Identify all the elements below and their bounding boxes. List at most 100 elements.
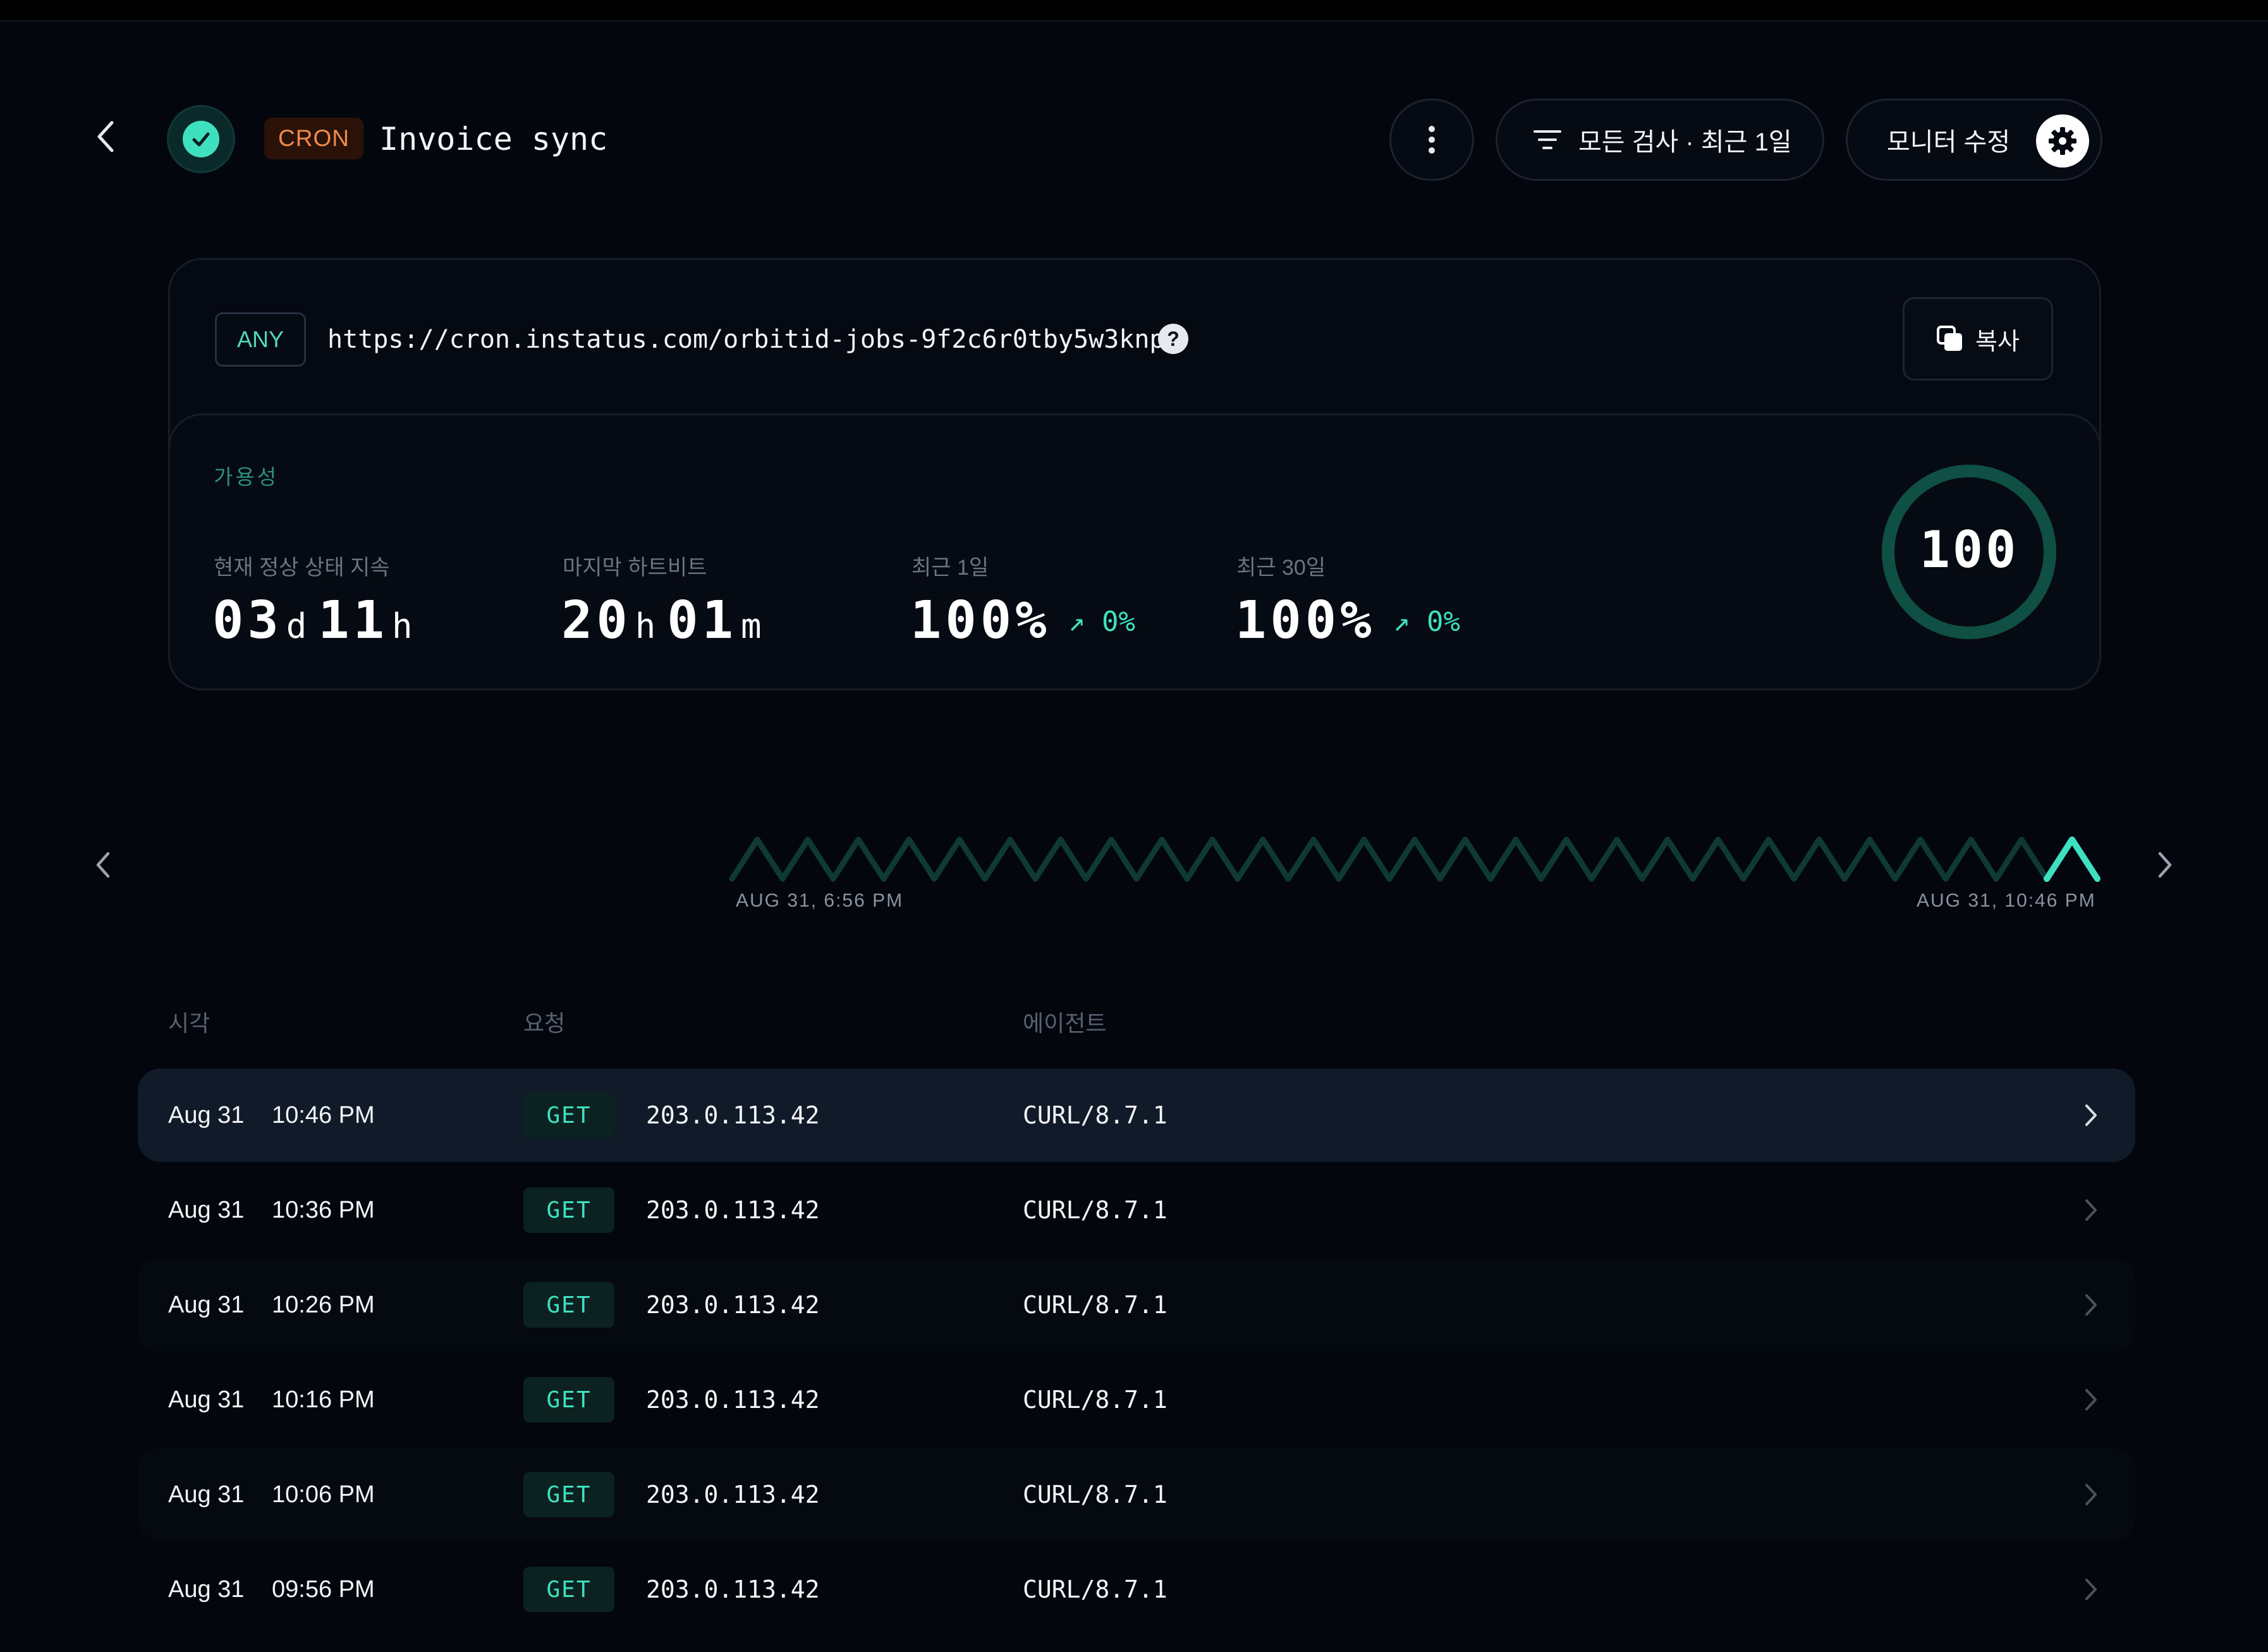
filter-button[interactable]: 모든 검사 · 최근 1일 [1496,99,1824,181]
stat-value-last-1-day: 100% [910,590,1051,651]
heartbeat-mark[interactable] [1892,836,1949,882]
table-row[interactable]: Aug 31 10:16 PM GET 203.0.113.42 CURL/8.… [138,1353,2135,1447]
table-row[interactable]: Aug 31 10:06 PM GET 203.0.113.42 CURL/8.… [138,1448,2135,1541]
edit-monitor-label: 모니터 수정 [1887,128,2011,156]
row-chevron-right-icon [2078,1286,2104,1324]
column-header-time: 시각 [168,1010,210,1036]
row-method-badge: GET [523,1472,614,1517]
chevron-right-icon [2158,852,2172,878]
back-button[interactable] [90,118,121,156]
help-icon[interactable]: ? [1158,324,1188,354]
heartbeat-hours: 20 [561,590,631,651]
row-agent: CURL/8.7.1 [1023,1386,1168,1414]
window-top-bar [0,0,2268,21]
row-method-badge: GET [523,1092,614,1138]
uptime-hours-unit: h [392,606,413,646]
heartbeat-mark[interactable] [729,836,786,882]
heartbeat-mark[interactable] [1588,836,1645,882]
heartbeat-mark[interactable] [1133,836,1190,882]
row-chevron-right-icon [2078,1476,2104,1514]
heartbeat-mark[interactable] [830,836,887,882]
availability-panel [168,413,2101,690]
table-row[interactable]: Aug 31 09:56 PM GET 203.0.113.42 CURL/8.… [138,1543,2135,1636]
row-time: 10:06 PM [272,1481,375,1508]
heartbeat-mark[interactable] [1942,836,1999,882]
uptime-hours: 11 [318,590,389,651]
heartbeat-hours-unit: h [635,606,656,646]
row-date: Aug 31 [168,1291,245,1318]
heartbeat-mark[interactable] [931,836,988,882]
filter-label: 모든 검사 · 최근 1일 [1578,128,1792,156]
request-method-badge: ANY [215,312,306,367]
row-time: 10:26 PM [272,1291,375,1318]
heartbeat-mark[interactable] [1386,836,1443,882]
gear-icon-container [2036,114,2089,168]
uptime-days: 03 [212,590,283,651]
heartbeat-mark[interactable] [1487,836,1544,882]
heartbeat-mark[interactable] [982,836,1039,882]
heartbeat-mark[interactable] [1184,836,1241,882]
row-time: 09:56 PM [272,1576,375,1603]
timeline-prev-button[interactable] [87,846,119,884]
copy-label: 복사 [1975,328,2020,355]
check-icon [192,132,210,147]
edit-monitor-button[interactable]: 모니터 수정 [1846,99,2102,181]
timeline-end-label: AUG 31, 10:46 PM [1917,890,2096,911]
more-vertical-icon [1429,126,1435,154]
heartbeat-mark[interactable] [1285,836,1342,882]
row-chevron-right-icon [2078,1096,2104,1134]
stat-value-current-uptime: 03 d 11 h [212,590,424,657]
stat-change-last-30-days: ↗ 0% [1393,606,1460,638]
monitor-type-badge: CRON [264,118,363,159]
heartbeat-mark[interactable] [1235,836,1291,882]
table-row[interactable]: Aug 31 10:46 PM GET 203.0.113.42 CURL/8.… [138,1068,2135,1162]
column-header-agent: 에이전트 [1023,1010,1107,1036]
row-date: Aug 31 [168,1481,245,1508]
row-date: Aug 31 [168,1101,245,1129]
column-header-request: 요청 [523,1010,566,1036]
row-ip: 203.0.113.42 [646,1576,820,1603]
heartbeat-mark[interactable] [1639,836,1696,882]
heartbeat-timeline[interactable] [727,833,2102,885]
more-options-button[interactable] [1389,99,1474,181]
heartbeat-mark[interactable] [1690,836,1747,882]
availability-title: 가용성 [214,465,279,489]
copy-url-button[interactable]: 복사 [1903,297,2053,381]
row-agent: CURL/8.7.1 [1023,1576,1168,1603]
row-method-badge: GET [523,1187,614,1233]
gear-icon [2049,127,2076,155]
row-method-badge: GET [523,1377,614,1423]
heartbeat-mark[interactable] [779,836,836,882]
filter-icon [1533,130,1561,149]
stat-label-last-30-days: 최근 30일 [1236,556,1326,580]
heartbeat-mark[interactable] [1032,836,1089,882]
row-method-badge: GET [523,1567,614,1612]
heartbeat-mark[interactable] [1538,836,1595,882]
heartbeat-mark[interactable] [881,836,937,882]
row-time: 10:46 PM [272,1101,375,1129]
monitor-status-indicator [167,105,235,173]
stat-label-current-uptime: 현재 정상 상태 지속 [214,556,390,580]
heartbeat-mark[interactable] [2044,836,2100,882]
heartbeat-mark[interactable] [1740,836,1797,882]
timeline-start-label: AUG 31, 6:56 PM [736,890,904,911]
row-agent: CURL/8.7.1 [1023,1291,1168,1319]
heartbeat-mark[interactable] [1083,836,1140,882]
heartbeat-mark[interactable] [1841,836,1898,882]
row-method-badge: GET [523,1282,614,1328]
row-ip: 203.0.113.42 [646,1101,820,1129]
endpoint-url[interactable]: https://cron.instatus.com/orbitid-jobs-9… [327,322,1165,357]
table-row[interactable]: Aug 31 10:36 PM GET 203.0.113.42 CURL/8.… [138,1163,2135,1257]
timeline-next-button[interactable] [2149,846,2181,884]
monitor-name: Invoice sync [379,121,608,157]
table-row[interactable]: Aug 31 10:26 PM GET 203.0.113.42 CURL/8.… [138,1258,2135,1352]
chevron-left-icon [96,852,110,878]
row-agent: CURL/8.7.1 [1023,1481,1168,1508]
heartbeat-mark[interactable] [1993,836,2050,882]
heartbeat-mark[interactable] [1437,836,1494,882]
heartbeat-mark[interactable] [1336,836,1393,882]
row-date: Aug 31 [168,1386,245,1413]
heartbeat-mark[interactable] [1791,836,1848,882]
copy-icon [1937,326,1963,351]
stat-value-last-heartbeat: 20 h 01 m [561,590,773,657]
